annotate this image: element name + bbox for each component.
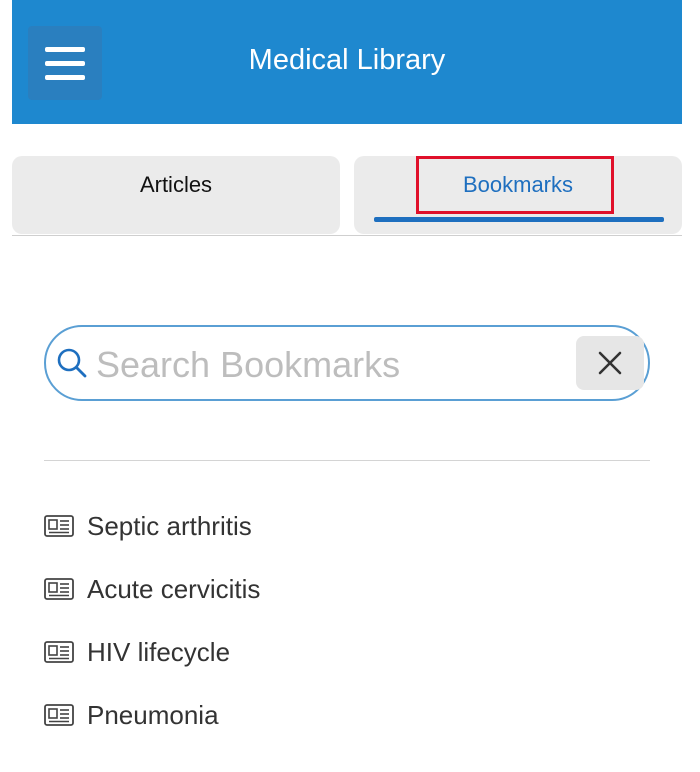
bookmark-label: Acute cervicitis	[87, 574, 261, 604]
tab-highlight-box	[416, 156, 614, 214]
bookmark-label: Septic arthritis	[87, 511, 252, 541]
tab-articles[interactable]: Articles	[12, 156, 340, 234]
tab-bookmarks[interactable]: Bookmarks	[354, 156, 682, 234]
bookmark-label: HIV lifecycle	[87, 637, 231, 667]
bookmark-label: Pneumonia	[87, 700, 219, 730]
app-root: Medical Library Articles Bookmarks Searc…	[0, 0, 700, 772]
bookmark-item[interactable]: Septic arthritis	[44, 505, 644, 568]
bookmark-item[interactable]: Acute cervicitis	[44, 568, 644, 631]
bookmark-list: Septic arthritis Acute cervicitis HIV li…	[44, 505, 644, 757]
bookmark-item[interactable]: HIV lifecycle	[44, 631, 644, 694]
tab-articles-label: Articles	[139, 172, 213, 197]
tab-active-indicator	[374, 217, 664, 222]
page-title: Medical Library	[248, 44, 446, 76]
article-icon	[44, 578, 74, 600]
bookmark-item[interactable]: Pneumonia	[44, 694, 644, 757]
tabs-divider	[12, 235, 682, 236]
close-icon	[598, 351, 622, 375]
clear-search-button[interactable]	[576, 336, 644, 390]
search-bar	[44, 325, 650, 401]
article-icon	[44, 515, 74, 537]
section-divider	[44, 460, 650, 461]
article-icon	[44, 641, 74, 663]
article-icon	[44, 704, 74, 726]
app-header: Medical Library	[12, 0, 682, 124]
search-input[interactable]	[96, 345, 556, 385]
search-icon	[57, 348, 87, 378]
